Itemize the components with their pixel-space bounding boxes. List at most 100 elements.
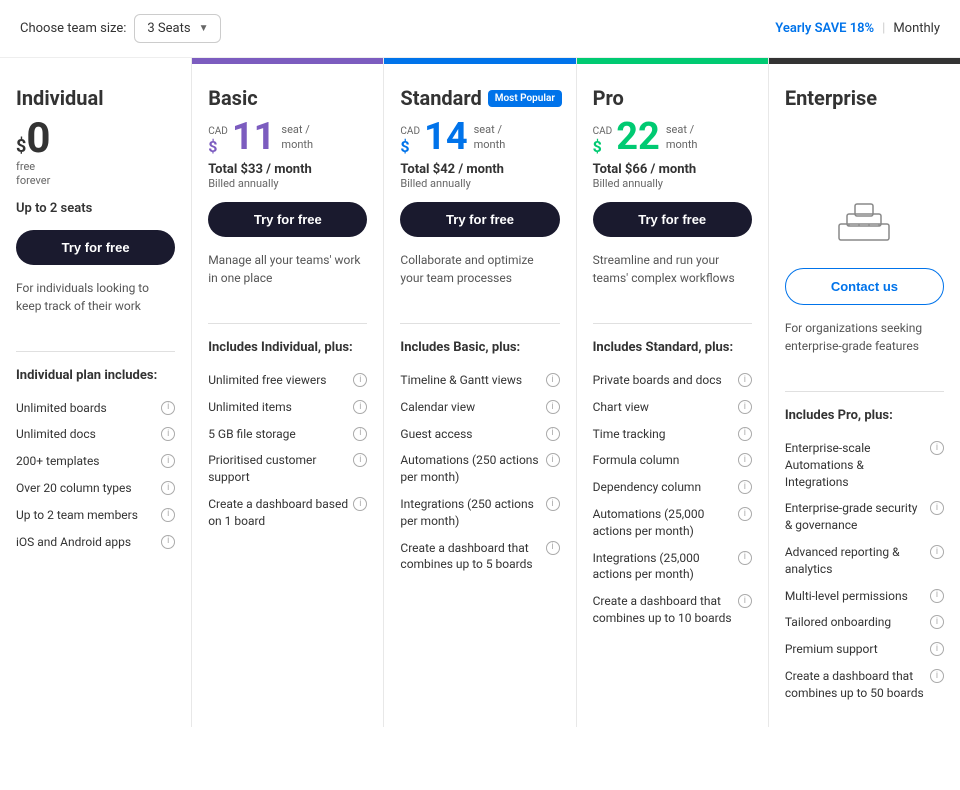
enterprise-icon bbox=[785, 194, 944, 244]
plan-divider bbox=[400, 323, 559, 324]
info-icon[interactable]: i bbox=[353, 373, 367, 387]
plan-card-pro: Pro CAD $ 22 seat /month Total $66 / mon… bbox=[577, 58, 769, 727]
most-popular-badge: Most Popular bbox=[488, 90, 562, 107]
info-icon[interactable]: i bbox=[930, 615, 944, 629]
feature-item: Private boards and docs i bbox=[593, 367, 752, 394]
feature-item: Create a dashboard that combines up to 5… bbox=[785, 663, 944, 707]
plan-name-text: Pro bbox=[593, 86, 624, 110]
info-icon[interactable]: i bbox=[546, 427, 560, 441]
price-row: CAD $ 11 seat /month bbox=[208, 118, 367, 156]
dollar-sign: $ bbox=[16, 138, 26, 156]
try-free-button-basic[interactable]: Try for free bbox=[208, 202, 367, 237]
info-icon[interactable]: i bbox=[738, 507, 752, 521]
feature-item: Create a dashboard that combines up to 1… bbox=[593, 588, 752, 632]
info-icon[interactable]: i bbox=[161, 481, 175, 495]
info-icon[interactable]: i bbox=[930, 501, 944, 515]
price-unit: seat /month bbox=[281, 123, 313, 152]
info-icon[interactable]: i bbox=[930, 545, 944, 559]
price-cad: CAD bbox=[593, 126, 613, 137]
feature-text: Unlimited boards bbox=[16, 400, 157, 417]
monthly-billing-label[interactable]: Monthly bbox=[893, 21, 940, 36]
feature-item: Unlimited boards i bbox=[16, 395, 175, 422]
feature-text: Calendar view bbox=[400, 399, 541, 416]
feature-text: Automations (25,000 actions per month) bbox=[593, 506, 734, 540]
info-icon[interactable]: i bbox=[738, 453, 752, 467]
plans-container: Individual $ 0 freeforever Up to 2 seats… bbox=[0, 58, 960, 747]
plan-description: For organizations seeking enterprise-gra… bbox=[785, 319, 944, 367]
info-icon[interactable]: i bbox=[738, 427, 752, 441]
plan-card-standard: Standard Most Popular CAD $ 14 seat /mon… bbox=[384, 58, 576, 727]
info-icon[interactable]: i bbox=[546, 497, 560, 511]
price-unit: seat /month bbox=[474, 123, 506, 152]
billing-toggle: Yearly SAVE 18% | Monthly bbox=[775, 21, 940, 36]
feature-text: Advanced reporting & analytics bbox=[785, 544, 926, 578]
info-icon[interactable]: i bbox=[161, 401, 175, 415]
price-total: Total $33 / month bbox=[208, 162, 367, 177]
info-icon[interactable]: i bbox=[353, 427, 367, 441]
plan-divider bbox=[16, 351, 175, 352]
info-icon[interactable]: i bbox=[546, 400, 560, 414]
includes-title: Includes Standard, plus: bbox=[593, 340, 752, 355]
plan-description: Streamline and run your teams' complex w… bbox=[593, 251, 752, 299]
feature-item: Tailored onboarding i bbox=[785, 609, 944, 636]
info-icon[interactable]: i bbox=[161, 427, 175, 441]
plan-name-pro: Pro bbox=[593, 86, 752, 110]
price-row: $ 0 bbox=[16, 118, 175, 160]
team-size-select[interactable]: 3 Seats ▼ bbox=[134, 14, 221, 43]
feature-text: Create a dashboard that combines up to 1… bbox=[593, 593, 734, 627]
price-row: CAD $ 22 seat /month bbox=[593, 118, 752, 156]
info-icon[interactable]: i bbox=[161, 454, 175, 468]
feature-text: Time tracking bbox=[593, 426, 734, 443]
feature-text: Dependency column bbox=[593, 479, 734, 496]
chevron-down-icon: ▼ bbox=[199, 23, 209, 34]
info-icon[interactable]: i bbox=[738, 551, 752, 565]
price-billed: Billed annually bbox=[208, 177, 367, 190]
info-icon[interactable]: i bbox=[353, 497, 367, 511]
feature-item: Automations (25,000 actions per month) i bbox=[593, 501, 752, 545]
info-icon[interactable]: i bbox=[353, 453, 367, 467]
info-icon[interactable]: i bbox=[930, 441, 944, 455]
info-icon[interactable]: i bbox=[930, 642, 944, 656]
info-icon[interactable]: i bbox=[930, 669, 944, 683]
try-free-button-individual[interactable]: Try for free bbox=[16, 230, 175, 265]
price-amount: 14 bbox=[424, 118, 468, 156]
contact-button[interactable]: Contact us bbox=[785, 268, 944, 305]
plan-name-basic: Basic bbox=[208, 86, 367, 110]
try-free-button-pro[interactable]: Try for free bbox=[593, 202, 752, 237]
feature-text: Create a dashboard that combines up to 5… bbox=[400, 540, 541, 574]
feature-item: Advanced reporting & analytics i bbox=[785, 539, 944, 583]
feature-item: Multi-level permissions i bbox=[785, 583, 944, 610]
info-icon[interactable]: i bbox=[738, 594, 752, 608]
info-icon[interactable]: i bbox=[161, 535, 175, 549]
includes-title: Includes Pro, plus: bbox=[785, 408, 944, 423]
price-currency: $ bbox=[208, 137, 217, 156]
info-icon[interactable]: i bbox=[546, 541, 560, 555]
feature-text: Private boards and docs bbox=[593, 372, 734, 389]
info-icon[interactable]: i bbox=[738, 373, 752, 387]
info-icon[interactable]: i bbox=[738, 480, 752, 494]
info-icon[interactable]: i bbox=[738, 400, 752, 414]
plan-name-text: Enterprise bbox=[785, 86, 877, 110]
info-icon[interactable]: i bbox=[930, 589, 944, 603]
feature-item: Unlimited docs i bbox=[16, 421, 175, 448]
info-icon[interactable]: i bbox=[546, 453, 560, 467]
plan-description: For individuals looking to keep track of… bbox=[16, 279, 175, 327]
try-free-button-standard[interactable]: Try for free bbox=[400, 202, 559, 237]
includes-title: Includes Individual, plus: bbox=[208, 340, 367, 355]
info-icon[interactable]: i bbox=[353, 400, 367, 414]
feature-text: Prioritised customer support bbox=[208, 452, 349, 486]
feature-text: Unlimited docs bbox=[16, 426, 157, 443]
info-icon[interactable]: i bbox=[546, 373, 560, 387]
price-billed: Billed annually bbox=[593, 177, 752, 190]
feature-text: Formula column bbox=[593, 452, 734, 469]
yearly-billing-label[interactable]: Yearly SAVE 18% bbox=[775, 21, 874, 36]
feature-item: Time tracking i bbox=[593, 421, 752, 448]
plan-top-bar bbox=[384, 58, 575, 64]
plan-name-text: Basic bbox=[208, 86, 257, 110]
feature-text: Up to 2 team members bbox=[16, 507, 157, 524]
info-icon[interactable]: i bbox=[161, 508, 175, 522]
plan-description: Collaborate and optimize your team proce… bbox=[400, 251, 559, 299]
price-total: Total $66 / month bbox=[593, 162, 752, 177]
price-total: Total $42 / month bbox=[400, 162, 559, 177]
plan-card-basic: Basic CAD $ 11 seat /month Total $33 / m… bbox=[192, 58, 384, 727]
